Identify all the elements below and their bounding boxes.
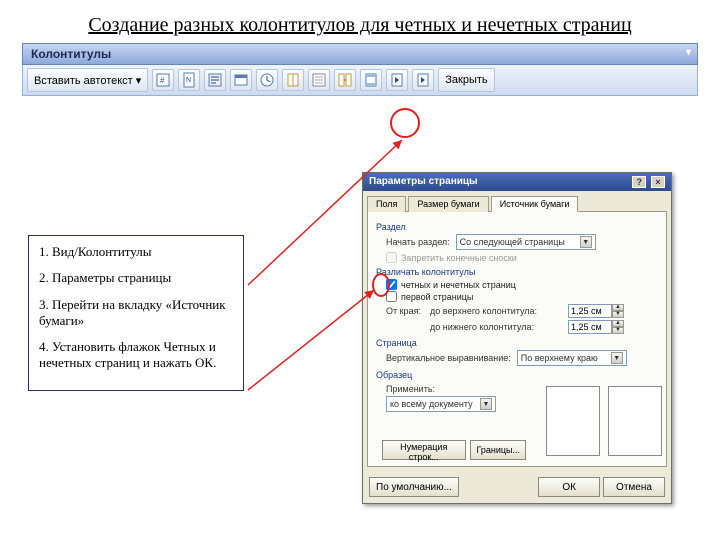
spin-up-icon[interactable]: ▲ xyxy=(612,304,624,311)
toolbar-title-bar[interactable]: Колонтитулы ▾ xyxy=(22,43,698,65)
show-next-icon[interactable] xyxy=(412,69,434,91)
insert-page-number-icon[interactable]: # xyxy=(152,69,174,91)
preview-pane xyxy=(546,386,662,456)
borders-button[interactable]: Границы... xyxy=(470,440,526,460)
suppress-endnotes-input xyxy=(386,252,397,263)
valign-value: По верхнему краю xyxy=(521,353,598,363)
spin-down-icon[interactable]: ▼ xyxy=(612,327,624,334)
instruction-step: 4. Установить флажок Четных и нечетных с… xyxy=(39,339,233,372)
header-distance-input[interactable] xyxy=(568,304,612,318)
start-section-combo[interactable]: Со следующей страницы ▼ xyxy=(456,234,596,250)
dialog-titlebar[interactable]: Параметры страницы ? × xyxy=(363,173,671,191)
footer-distance-input[interactable] xyxy=(568,320,612,334)
suppress-endnotes-checkbox[interactable]: Запретить конечные сноски xyxy=(386,252,658,263)
header-footer-toolbar: Колонтитулы ▾ Вставить автотекст ▾ # N З… xyxy=(22,43,698,96)
headers-group-label: Различать колонтитулы xyxy=(376,267,658,277)
insert-autotext-button[interactable]: Вставить автотекст ▾ xyxy=(27,68,148,92)
chevron-down-icon[interactable]: ▼ xyxy=(580,236,592,248)
section-group-label: Раздел xyxy=(376,222,658,232)
footer-distance-spinner[interactable]: ▲▼ xyxy=(568,320,624,334)
apply-to-value: ко всему документу xyxy=(390,399,473,409)
same-as-previous-icon[interactable] xyxy=(334,69,356,91)
close-toolbar-button[interactable]: Закрыть xyxy=(438,68,494,92)
preview-page xyxy=(608,386,662,456)
spin-up-icon[interactable]: ▲ xyxy=(612,320,624,327)
start-section-label: Начать раздел: xyxy=(386,237,450,247)
insert-date-icon[interactable] xyxy=(230,69,252,91)
insert-num-pages-icon[interactable]: N xyxy=(178,69,200,91)
tab-paper-source[interactable]: Источник бумаги xyxy=(491,196,579,212)
odd-even-input[interactable] xyxy=(386,279,397,290)
chevron-down-icon[interactable]: ▼ xyxy=(480,398,492,410)
default-button[interactable]: По умолчанию... xyxy=(369,477,459,497)
start-section-value: Со следующей страницы xyxy=(460,237,565,247)
from-edge-label: От края: xyxy=(386,306,424,316)
page-setup-dialog: Параметры страницы ? × Поля Размер бумаг… xyxy=(362,172,672,504)
svg-text:N: N xyxy=(186,77,191,84)
svg-text:#: # xyxy=(160,76,165,85)
toolbar-title-label: Колонтитулы xyxy=(31,47,111,61)
instruction-step: 3. Перейти на вкладку «Источник бумаги» xyxy=(39,297,233,330)
dialog-tabs: Поля Размер бумаги Источник бумаги xyxy=(363,191,671,211)
valign-label: Вертикальное выравнивание: xyxy=(386,353,511,363)
preview-group-label: Образец xyxy=(376,370,658,380)
instruction-step: 1. Вид/Колонтитулы xyxy=(39,244,233,260)
page-setup-icon[interactable] xyxy=(282,69,304,91)
toolbar-menu-arrow-icon[interactable]: ▾ xyxy=(686,47,691,58)
show-previous-icon[interactable] xyxy=(386,69,408,91)
ok-button[interactable]: ОК xyxy=(538,477,600,497)
insert-time-icon[interactable] xyxy=(256,69,278,91)
instruction-box: 1. Вид/Колонтитулы 2. Параметры страницы… xyxy=(28,235,244,391)
first-page-checkbox[interactable]: первой страницы xyxy=(386,291,658,302)
switch-header-footer-icon[interactable] xyxy=(360,69,382,91)
show-hide-text-icon[interactable] xyxy=(308,69,330,91)
header-distance-spinner[interactable]: ▲▼ xyxy=(568,304,624,318)
tab-margins[interactable]: Поля xyxy=(367,196,406,212)
callout-circle-page-setup xyxy=(390,108,420,138)
apply-to-combo[interactable]: ко всему документу ▼ xyxy=(386,396,496,412)
suppress-endnotes-label: Запретить конечные сноски xyxy=(401,253,517,263)
page-group-label: Страница xyxy=(376,338,658,348)
valign-combo[interactable]: По верхнему краю ▼ xyxy=(517,350,627,366)
close-icon[interactable]: × xyxy=(651,176,665,188)
odd-even-checkbox[interactable]: четных и нечетных страниц xyxy=(386,279,658,290)
instruction-step: 2. Параметры страницы xyxy=(39,270,233,286)
dialog-title-label: Параметры страницы xyxy=(369,176,478,188)
to-top-label: до верхнего колонтитула: xyxy=(430,306,562,316)
apply-to-label: Применить: xyxy=(386,384,526,394)
spin-down-icon[interactable]: ▼ xyxy=(612,311,624,318)
first-page-label: первой страницы xyxy=(401,292,473,302)
help-icon[interactable]: ? xyxy=(632,176,646,188)
tab-paper-size[interactable]: Размер бумаги xyxy=(408,196,488,212)
preview-page xyxy=(546,386,600,456)
dialog-body: Раздел Начать раздел: Со следующей стран… xyxy=(367,211,667,467)
line-numbers-button[interactable]: Нумерация строк... xyxy=(382,440,466,460)
cancel-button[interactable]: Отмена xyxy=(603,477,665,497)
chevron-down-icon[interactable]: ▼ xyxy=(611,352,623,364)
odd-even-label: четных и нечетных страниц xyxy=(401,280,516,290)
format-page-number-icon[interactable] xyxy=(204,69,226,91)
to-bottom-label: до нижнего колонтитула: xyxy=(430,322,562,332)
page-title: Создание разных колонтитулов для четных … xyxy=(0,0,720,43)
first-page-input[interactable] xyxy=(386,291,397,302)
